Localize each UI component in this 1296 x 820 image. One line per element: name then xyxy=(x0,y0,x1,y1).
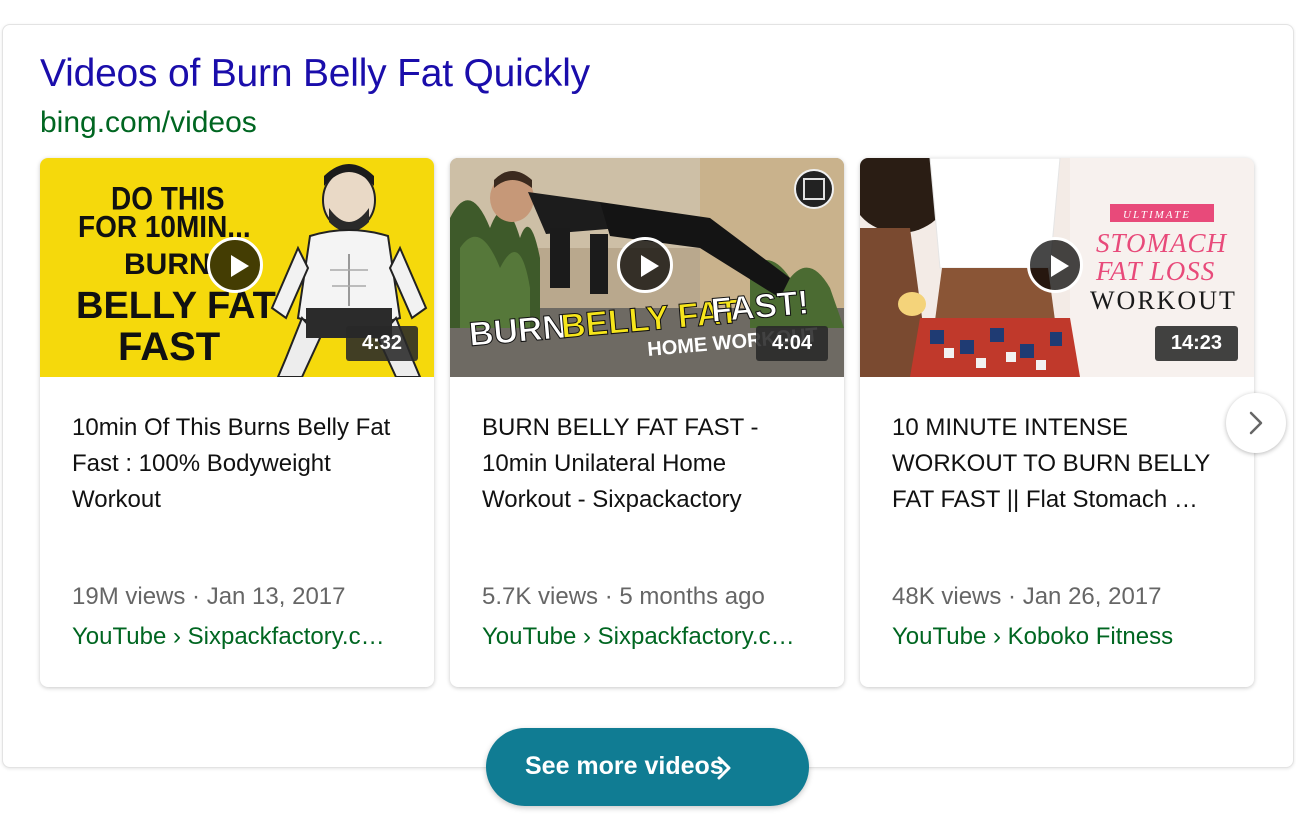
video-channel-link[interactable]: YouTube › Koboko Fitness xyxy=(892,623,1227,651)
play-icon[interactable] xyxy=(1027,237,1083,293)
chevron-right-icon xyxy=(1249,411,1263,435)
chevron-right-icon xyxy=(717,756,731,780)
play-icon[interactable] xyxy=(207,237,263,293)
see-more-videos-label: See more videos xyxy=(525,752,724,780)
results-title-link[interactable]: Videos of Burn Belly Fat Quickly xyxy=(40,52,590,96)
thumbnail-text: STOMACH xyxy=(1096,228,1228,258)
video-thumbnail[interactable]: DO THIS FOR 10MIN... BURN BELLY FAT FAST… xyxy=(40,158,434,377)
video-title[interactable]: BURN BELLY FAT FAST - 10min Unilateral H… xyxy=(482,410,820,518)
video-meta: 19M views · Jan 13, 2017 xyxy=(72,583,346,610)
thumbnail-text: WORKOUT xyxy=(1090,286,1237,315)
video-channel-link[interactable]: YouTube › Sixpackfactory.c… xyxy=(482,623,817,651)
video-meta: 48K views · Jan 26, 2017 xyxy=(892,583,1162,610)
video-thumbnail[interactable]: BURN BELLY FAT FAST! HOME WORKOUT 4:04 xyxy=(450,158,844,377)
video-meta: 5.7K views · 5 months ago xyxy=(482,583,765,610)
play-icon[interactable] xyxy=(617,237,673,293)
video-title[interactable]: 10 MINUTE INTENSE WORKOUT TO BURN BELLY … xyxy=(892,410,1230,518)
video-card[interactable]: DO THIS FOR 10MIN... BURN BELLY FAT FAST… xyxy=(40,158,434,687)
see-more-videos-button[interactable]: See more videos xyxy=(486,728,809,806)
video-duration-badge: 4:32 xyxy=(345,326,418,361)
thumbnail-text: FAST xyxy=(118,325,220,369)
results-source-url: bing.com/videos xyxy=(40,106,257,139)
thumbnail-text: BURN xyxy=(124,248,211,281)
video-channel-link[interactable]: YouTube › Sixpackfactory.c… xyxy=(72,623,407,651)
video-card[interactable]: BURN BELLY FAT FAST! HOME WORKOUT 4:04 B… xyxy=(450,158,844,687)
video-thumbnail[interactable]: ULTIMATE STOMACH FAT LOSS WORKOUT 14:23 xyxy=(860,158,1254,377)
video-duration-badge: 4:04 xyxy=(755,326,828,361)
thumbnail-text: FAT LOSS xyxy=(1095,256,1215,286)
video-title[interactable]: 10min Of This Burns Belly Fat Fast : 100… xyxy=(72,410,410,518)
video-card[interactable]: ULTIMATE STOMACH FAT LOSS WORKOUT 14:23 … xyxy=(860,158,1254,687)
carousel-next-button[interactable] xyxy=(1226,393,1286,453)
video-duration-badge: 14:23 xyxy=(1154,326,1238,361)
thumbnail-text: BELLY FAT xyxy=(76,285,276,327)
thumbnail-text: ULTIMATE xyxy=(1123,209,1191,221)
